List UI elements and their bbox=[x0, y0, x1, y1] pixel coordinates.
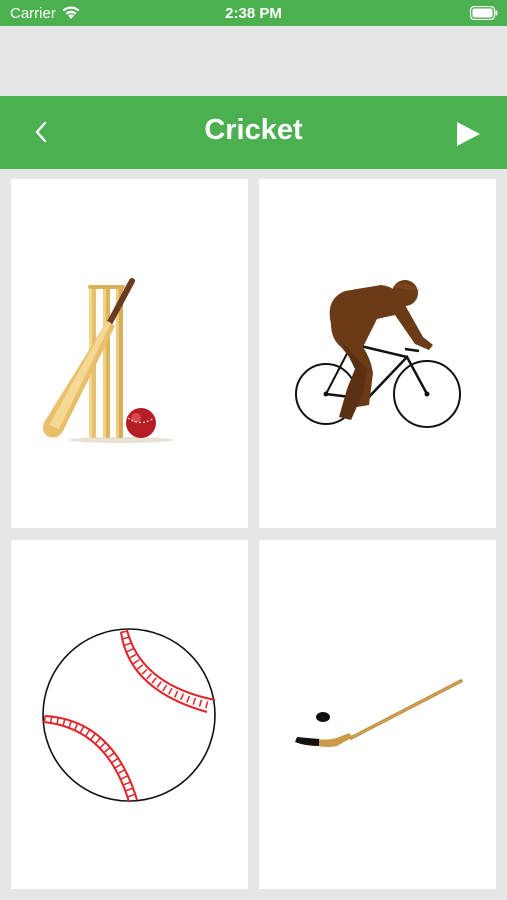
cricket-bat-stumps-image bbox=[42, 278, 173, 443]
status-bar: Carrier 2:38 PM bbox=[0, 0, 507, 26]
image-grid bbox=[0, 169, 507, 900]
ad-banner-area bbox=[0, 26, 507, 96]
baseball-image bbox=[42, 628, 216, 803]
navigation-bar: Cricket bbox=[0, 96, 507, 169]
card-cricket[interactable] bbox=[11, 179, 248, 528]
page-title: Cricket bbox=[204, 114, 303, 146]
back-chevron-icon[interactable] bbox=[30, 120, 54, 144]
card-cycling[interactable] bbox=[259, 179, 496, 528]
play-icon[interactable] bbox=[455, 121, 481, 147]
clock: 2:38 PM bbox=[225, 5, 282, 22]
card-baseball[interactable] bbox=[11, 540, 248, 889]
card-ice-hockey[interactable] bbox=[259, 540, 496, 889]
hockey-stick-puck-image bbox=[295, 679, 463, 747]
cyclist-silhouette-image bbox=[295, 280, 461, 428]
battery-icon bbox=[470, 6, 498, 20]
